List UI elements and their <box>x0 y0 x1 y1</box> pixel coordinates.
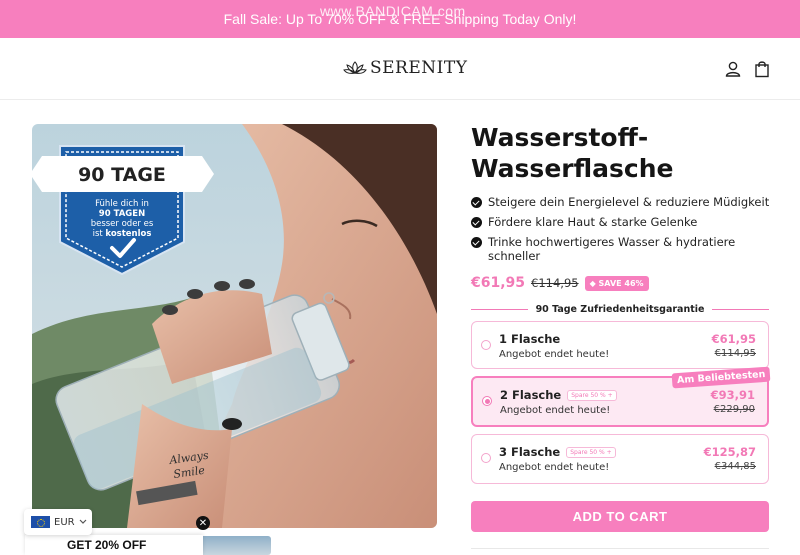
benefit-text: Steigere dein Energielevel & reduziere M… <box>488 195 770 209</box>
benefit-text: Trinke hochwertigeres Wasser & hydratier… <box>488 235 736 263</box>
option-old-price: €344,85 <box>714 461 756 472</box>
bundle-option-1[interactable]: 1 Flasche Angebot endet heute! €61,95 €1… <box>471 321 769 369</box>
badge-line-4-bold: kostenlos <box>105 229 151 239</box>
divider <box>471 548 769 549</box>
radio-button[interactable] <box>481 340 491 350</box>
option-name: 1 Flasche <box>499 332 560 346</box>
svg-text:ist kostenlos: ist kostenlos <box>93 229 152 239</box>
option-price: €125,87 <box>703 445 756 459</box>
guarantee-divider: 90 Tage Zufriedenheitsgarantie <box>471 302 770 316</box>
check-circle-icon <box>471 217 482 228</box>
badge-line-1: Fühle dich in <box>95 199 149 209</box>
logo-text: SERENITY <box>370 58 468 78</box>
benefit-item: Trinke hochwertigeres Wasser & hydratier… <box>471 235 771 263</box>
add-to-cart-button[interactable]: ADD TO CART <box>471 501 769 532</box>
product-title: Wasserstoff- Wasserflasche <box>471 122 791 184</box>
discount-popup[interactable]: GET 20% OFF <box>25 535 203 555</box>
popup-text: GET 20% OFF <box>67 538 147 552</box>
save-badge-text: SAVE 46% <box>598 278 644 288</box>
save-badge: ◆ SAVE 46% <box>584 275 649 291</box>
product-title-line-1: Wasserstoff- <box>471 123 649 152</box>
benefit-text: Fördere klare Haut & starke Gelenke <box>488 215 698 229</box>
option-name-text: 2 Flasche <box>500 388 562 402</box>
product-photo: Always Smile 90 TAGE Fühle dich in 90 TA… <box>32 124 437 528</box>
option-old-price: €114,95 <box>714 348 756 359</box>
recorder-watermark: www.BANDICAM.com <box>320 3 466 19</box>
option-price: €93,91 <box>710 388 755 402</box>
cart-icon[interactable] <box>753 60 771 78</box>
chevron-down-icon <box>79 519 87 524</box>
eu-flag-icon <box>31 516 50 528</box>
account-icon[interactable] <box>724 60 742 78</box>
benefit-item: Fördere klare Haut & starke Gelenke <box>471 215 771 229</box>
option-tag: Spare 50 % + <box>567 389 617 401</box>
check-circle-icon <box>471 197 482 208</box>
option-name: 2 Flasche Spare 50 % + <box>500 388 617 402</box>
bundle-option-3[interactable]: 3 Flasche Spare 50 % + Angebot endet heut… <box>471 434 769 484</box>
price-row: €61,95 €114,95 ◆ SAVE 46% <box>471 275 649 291</box>
radio-button[interactable] <box>482 396 492 406</box>
compare-price: €114,95 <box>531 276 579 290</box>
option-subtitle: Angebot endet heute! <box>499 462 610 473</box>
close-icon[interactable]: ✕ <box>196 516 210 530</box>
badge-title: 90 TAGE <box>78 164 166 186</box>
option-subtitle: Angebot endet heute! <box>500 405 611 416</box>
product-title-line-2: Wasserflasche <box>471 154 674 183</box>
badge-line-4: ist <box>93 229 104 239</box>
option-old-price: €229,90 <box>713 404 755 415</box>
option-name-text: 3 Flasche <box>499 445 561 459</box>
option-subtitle: Angebot endet heute! <box>499 349 610 360</box>
product-image[interactable]: Always Smile 90 TAGE Fühle dich in 90 TA… <box>32 124 437 528</box>
site-header: SERENITY <box>0 38 800 100</box>
currency-selector[interactable]: EUR <box>24 509 92 535</box>
radio-button[interactable] <box>481 453 491 463</box>
benefit-item: Steigere dein Energielevel & reduziere M… <box>471 195 771 209</box>
option-price: €61,95 <box>711 332 756 346</box>
guarantee-text: 90 Tage Zufriedenheitsgarantie <box>535 303 705 315</box>
benefit-list: Steigere dein Energielevel & reduziere M… <box>471 195 771 269</box>
check-circle-icon <box>471 237 482 248</box>
currency-code: EUR <box>54 516 75 528</box>
lotus-icon <box>343 61 367 74</box>
option-name-text: 1 Flasche <box>499 332 561 346</box>
option-name: 3 Flasche Spare 50 % + <box>499 445 616 459</box>
logo[interactable]: SERENITY <box>343 58 467 78</box>
badge-line-3: besser oder es <box>91 219 154 229</box>
option-tag: Spare 50 % + <box>566 446 616 458</box>
current-price: €61,95 <box>471 275 526 291</box>
product-thumbnail[interactable] <box>199 536 271 555</box>
badge-line-2: 90 TAGEN <box>99 209 145 219</box>
